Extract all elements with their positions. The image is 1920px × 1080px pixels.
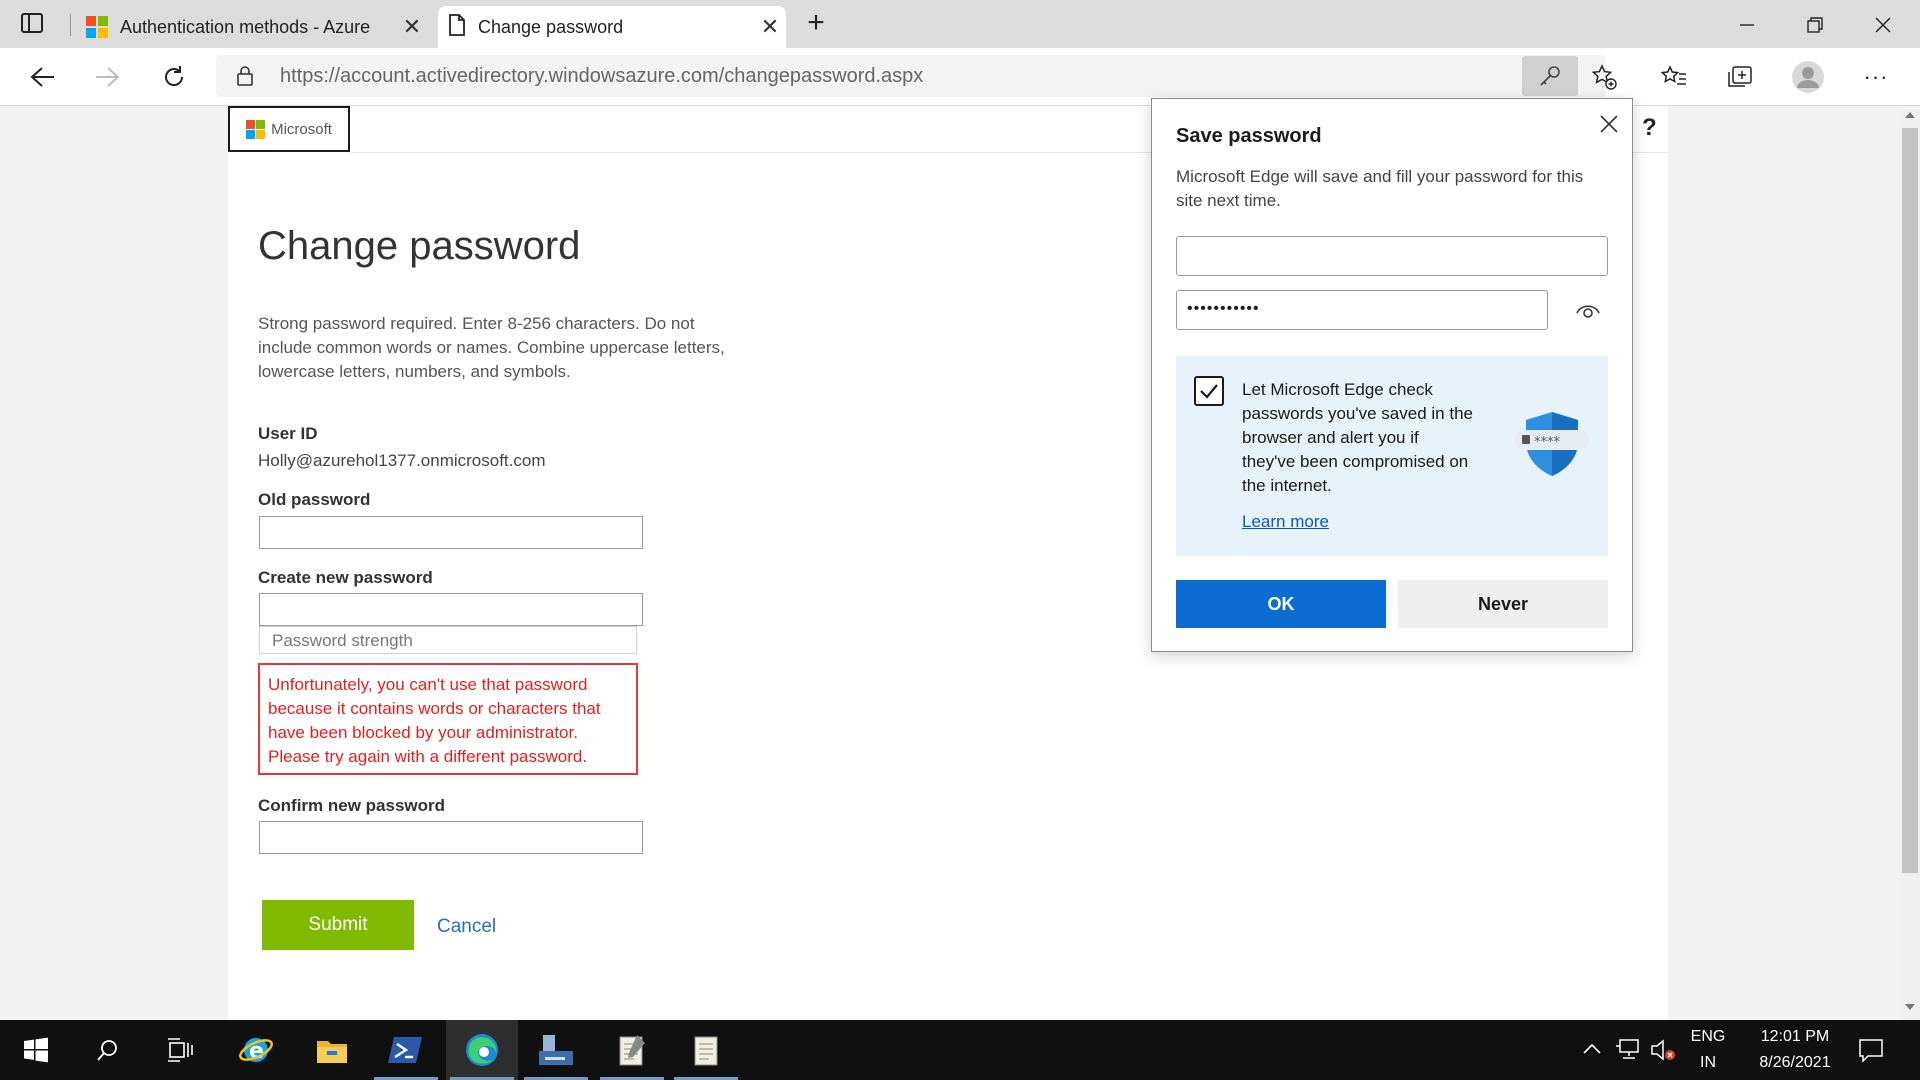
password-monitor-panel: Let Microsoft Edge check passwords you'v…	[1176, 356, 1608, 556]
never-button[interactable]: Never	[1398, 580, 1608, 628]
powershell-icon[interactable]	[370, 1020, 442, 1080]
show-hidden-icons-icon[interactable]	[1582, 1042, 1602, 1061]
help-icon[interactable]: ?	[1642, 114, 1657, 142]
new-password-input[interactable]	[259, 593, 643, 626]
more-options-icon[interactable]: ···	[1856, 57, 1896, 97]
tab-actions-icon[interactable]	[20, 12, 52, 40]
new-tab-icon[interactable]: +	[800, 8, 832, 40]
scrollbar-thumb[interactable]	[1902, 128, 1918, 873]
url-text: https://account.activedirectory.windowsa…	[280, 65, 923, 88]
scroll-up-icon[interactable]	[1905, 112, 1915, 118]
username-field[interactable]	[1176, 236, 1608, 276]
edge-icon[interactable]	[446, 1020, 518, 1080]
file-explorer-icon[interactable]	[296, 1020, 368, 1080]
url-base: https://account.activedirectory.windowsa…	[280, 64, 719, 87]
tab-authentication-methods[interactable]: Authentication methods - Azure ✕	[80, 6, 428, 48]
network-icon[interactable]	[1614, 1038, 1642, 1067]
password-key-icon[interactable]	[1522, 56, 1578, 96]
old-password-input[interactable]	[259, 516, 643, 549]
task-view-icon[interactable]	[144, 1020, 216, 1080]
shield-stars: ****	[1534, 435, 1561, 450]
lock-icon[interactable]	[236, 66, 254, 91]
address-bar[interactable]: https://account.activedirectory.windowsa…	[216, 55, 1606, 97]
region-indicator[interactable]: IN	[1688, 1054, 1728, 1072]
internet-explorer-icon[interactable]: e	[220, 1020, 292, 1080]
server-manager-icon[interactable]	[520, 1020, 592, 1080]
old-password-label: Old password	[258, 490, 371, 509]
password-shield-icon: ****	[1512, 408, 1592, 478]
microsoft-logo-icon	[246, 119, 266, 139]
profile-avatar-icon[interactable]	[1788, 57, 1828, 97]
notepad-icon[interactable]	[670, 1020, 742, 1080]
close-window-icon[interactable]	[1868, 10, 1898, 40]
add-favorite-icon[interactable]	[1584, 57, 1624, 97]
clock-date[interactable]: 8/26/2021	[1740, 1054, 1850, 1072]
dialog-title: Save password	[1176, 125, 1322, 147]
dialog-description: Microsoft Edge will save and fill your p…	[1176, 167, 1584, 210]
show-password-icon[interactable]	[1574, 297, 1602, 325]
page-icon	[448, 13, 466, 41]
logo-text: Microsoft	[271, 120, 332, 138]
page-title: Change password	[258, 224, 581, 268]
cancel-link[interactable]: Cancel	[437, 916, 496, 938]
tab-strip: Authentication methods - Azure ✕ Change …	[0, 0, 1920, 48]
new-password-label: Create new password	[258, 568, 433, 587]
confirm-password-input[interactable]	[259, 821, 643, 854]
password-strength-indicator: Password strength	[259, 626, 637, 654]
restore-icon[interactable]	[1800, 10, 1830, 40]
favorites-icon[interactable]	[1654, 57, 1694, 97]
tab-divider	[70, 14, 71, 36]
search-icon[interactable]	[72, 1020, 144, 1080]
close-tab-icon[interactable]: ✕	[396, 11, 428, 43]
scroll-down-icon[interactable]	[1905, 1004, 1915, 1010]
back-icon[interactable]	[22, 57, 62, 97]
tab-label: Change password	[478, 16, 624, 37]
save-password-dialog: Save password Microsoft Edge will save a…	[1151, 98, 1633, 652]
language-indicator[interactable]: ENG	[1688, 1028, 1728, 1046]
forward-icon[interactable]	[88, 57, 128, 97]
start-icon[interactable]	[0, 1020, 72, 1080]
submit-button[interactable]: Submit	[262, 900, 414, 950]
close-tab-icon[interactable]: ✕	[754, 11, 786, 43]
url-path: /changepassword.aspx	[718, 64, 924, 87]
close-icon[interactable]	[1592, 107, 1626, 141]
user-id-value: Holly@azurehol1377.onmicrosoft.com	[258, 451, 546, 470]
volume-muted-icon[interactable]	[1650, 1038, 1676, 1067]
notifications-icon[interactable]	[1858, 1038, 1884, 1067]
user-id-label: User ID	[258, 424, 318, 443]
tab-label: Authentication methods - Azure	[120, 16, 371, 37]
error-message: Unfortunately, you can't use that passwo…	[258, 663, 638, 775]
microsoft-logo[interactable]: Microsoft	[228, 106, 350, 152]
ok-button[interactable]: OK	[1176, 580, 1386, 628]
microsoft-logo-icon	[86, 16, 108, 38]
password-field[interactable]: •••••••••••	[1176, 290, 1548, 330]
refresh-icon[interactable]	[154, 57, 194, 97]
clock-time[interactable]: 12:01 PM	[1740, 1028, 1850, 1046]
monitor-checkbox[interactable]	[1194, 376, 1224, 406]
notepad-icon[interactable]	[596, 1020, 668, 1080]
windows-taskbar: e ENG IN 12:01 PM 8/26/2021	[0, 1020, 1920, 1080]
password-requirements: Strong password required. Enter 8-256 ch…	[258, 314, 725, 381]
monitor-description: Let Microsoft Edge check passwords you'v…	[1242, 380, 1473, 495]
minimize-icon[interactable]	[1732, 10, 1762, 40]
confirm-password-label: Confirm new password	[258, 796, 446, 815]
collections-icon[interactable]	[1720, 57, 1760, 97]
tab-change-password[interactable]: Change password ✕	[438, 6, 786, 48]
learn-more-link[interactable]: Learn more	[1242, 512, 1329, 532]
